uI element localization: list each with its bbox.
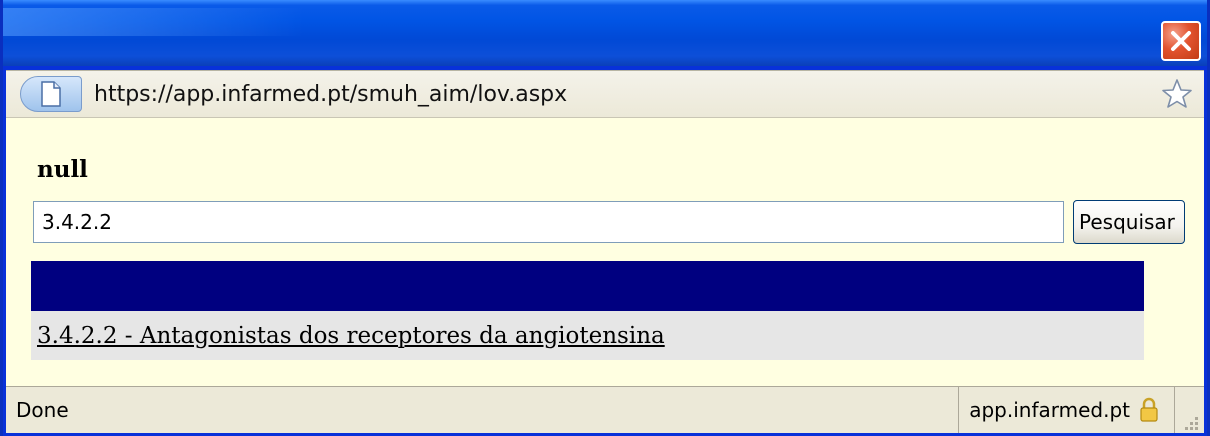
security-panel[interactable]: app.infarmed.pt	[958, 387, 1174, 433]
status-bar: Done app.infarmed.pt	[6, 386, 1204, 433]
search-button[interactable]: Pesquisar	[1073, 200, 1185, 244]
result-link[interactable]: 3.4.2.2 - Antagonistas dos receptores da…	[37, 323, 665, 349]
results-table: 3.4.2.2 - Antagonistas dos receptores da…	[31, 261, 1144, 360]
page-icon[interactable]	[20, 76, 82, 112]
popup-window: https://app.infarmed.pt/smuh_aim/lov.asp…	[0, 0, 1210, 436]
resize-grip[interactable]	[1174, 387, 1204, 433]
status-domain: app.infarmed.pt	[969, 398, 1130, 422]
url-text[interactable]: https://app.infarmed.pt/smuh_aim/lov.asp…	[94, 82, 1160, 107]
field-label: null	[37, 156, 88, 183]
close-icon	[1171, 31, 1191, 51]
results-header	[31, 261, 1144, 311]
title-bar[interactable]	[3, 0, 1207, 66]
document-icon	[41, 81, 61, 107]
close-button[interactable]	[1161, 21, 1201, 61]
title-bar-highlight	[3, 8, 303, 36]
address-bar: https://app.infarmed.pt/smuh_aim/lov.asp…	[6, 70, 1204, 118]
search-input[interactable]	[33, 201, 1064, 243]
status-text: Done	[16, 398, 69, 422]
lock-icon	[1140, 397, 1158, 422]
star-icon[interactable]	[1160, 77, 1194, 111]
result-row[interactable]: 3.4.2.2 - Antagonistas dos receptores da…	[31, 311, 1144, 360]
page-content: null Pesquisar 3.4.2.2 - Antagonistas do…	[6, 118, 1204, 386]
